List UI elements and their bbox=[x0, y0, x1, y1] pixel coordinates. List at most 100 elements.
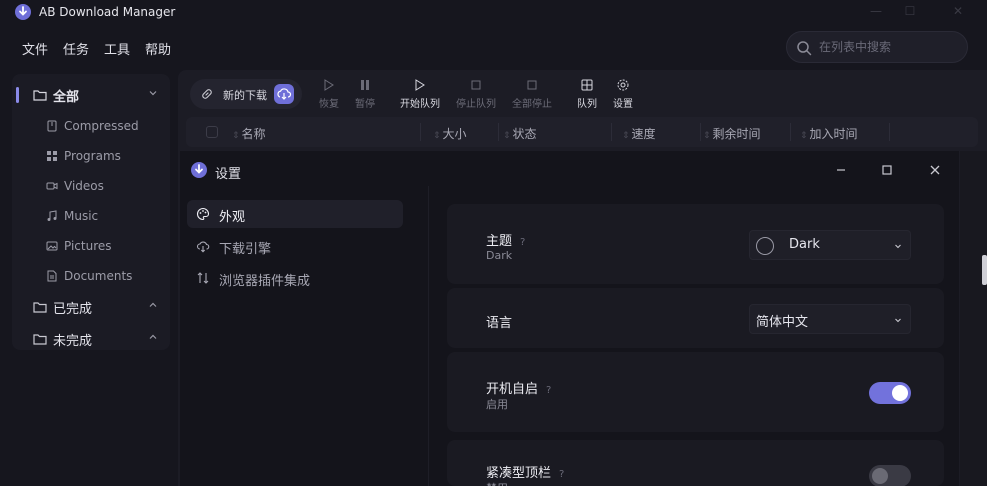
minimize-icon[interactable] bbox=[834, 163, 848, 177]
sort-icon: ⇕ bbox=[433, 131, 441, 141]
maximize-icon[interactable] bbox=[880, 163, 894, 177]
menu-help[interactable]: 帮助 bbox=[145, 39, 171, 58]
play-icon bbox=[324, 79, 334, 91]
sort-icon: ⇕ bbox=[622, 131, 630, 141]
column-header-speed[interactable]: ⇕ 速度 bbox=[622, 125, 656, 142]
column-header-remaining[interactable]: ⇕ 剩余时间 bbox=[703, 125, 761, 142]
search-box[interactable] bbox=[786, 31, 968, 63]
sidebar-item-videos[interactable]: Videos bbox=[46, 177, 104, 195]
menu-file[interactable]: 文件 bbox=[22, 39, 48, 58]
language-select[interactable]: 简体中文 bbox=[749, 304, 911, 334]
video-icon bbox=[46, 182, 58, 190]
sidebar-item-compressed[interactable]: Compressed bbox=[46, 117, 139, 135]
sort-icon: ⇕ bbox=[703, 131, 711, 141]
folder-icon bbox=[33, 90, 47, 101]
minimize-icon[interactable]: — bbox=[866, 4, 886, 20]
menu-tools[interactable]: 工具 bbox=[104, 39, 130, 58]
add-download-button[interactable] bbox=[274, 84, 294, 104]
pause-label: 暂停 bbox=[355, 99, 375, 110]
settings-nav-label: 下载引擎 bbox=[219, 242, 272, 257]
theme-select-value: Dark bbox=[789, 237, 820, 252]
chevron-up-icon[interactable] bbox=[148, 332, 158, 342]
document-icon bbox=[47, 270, 57, 282]
stop-all-button[interactable]: 全部停止 bbox=[506, 78, 558, 112]
stop-icon bbox=[471, 80, 481, 90]
chevron-up-icon[interactable] bbox=[148, 300, 158, 310]
app-logo-icon bbox=[191, 162, 207, 178]
settings-nav-browser-integration[interactable]: 浏览器插件集成 bbox=[187, 264, 403, 292]
column-divider[interactable] bbox=[420, 123, 421, 141]
help-icon[interactable]: ? bbox=[546, 385, 551, 396]
archive-icon bbox=[47, 120, 57, 132]
search-input[interactable] bbox=[819, 38, 959, 56]
sidebar-item-label: Programs bbox=[64, 149, 121, 163]
sidebar-item-pictures[interactable]: Pictures bbox=[46, 237, 112, 255]
column-header-size[interactable]: ⇕ 大小 bbox=[433, 125, 467, 142]
menu-tasks[interactable]: 任务 bbox=[63, 39, 89, 58]
start-queue-button[interactable]: 开始队列 bbox=[394, 78, 446, 112]
sidebar-item-label: Music bbox=[64, 209, 99, 223]
settings-nav-appearance[interactable]: 外观 bbox=[187, 200, 403, 228]
column-header-added[interactable]: ⇕ 加入时间 bbox=[800, 125, 858, 142]
help-icon[interactable]: ? bbox=[559, 469, 564, 480]
language-select-value: 简体中文 bbox=[756, 315, 809, 330]
sidebar-item-label: Pictures bbox=[64, 239, 112, 253]
column-header-name[interactable]: ⇕ 名称 bbox=[232, 125, 266, 142]
search-icon bbox=[797, 41, 812, 56]
folder-icon bbox=[33, 334, 47, 345]
sidebar-category-all[interactable]: 全部 bbox=[33, 85, 157, 105]
theme-select[interactable]: Dark bbox=[749, 230, 911, 260]
chevron-down-icon bbox=[895, 244, 901, 249]
sort-icon: ⇕ bbox=[800, 131, 808, 141]
sidebar-item-programs[interactable]: Programs bbox=[46, 147, 121, 165]
setting-theme-title: 主题? bbox=[486, 234, 526, 249]
setting-autostart-title: 开机自启? bbox=[486, 382, 552, 397]
maximize-icon[interactable]: ☐ bbox=[900, 4, 920, 20]
column-divider[interactable] bbox=[498, 123, 499, 141]
autostart-toggle[interactable] bbox=[869, 382, 911, 404]
help-icon[interactable]: ? bbox=[520, 237, 525, 248]
dialog-divider bbox=[428, 186, 429, 486]
gear-icon bbox=[617, 79, 629, 91]
stop-queue-button[interactable]: 停止队列 bbox=[450, 78, 502, 112]
sidebar-category-unfinished[interactable]: 未完成 bbox=[33, 329, 157, 349]
column-header-status[interactable]: ⇕ 状态 bbox=[503, 125, 537, 142]
sidebar-category-finished[interactable]: 已完成 bbox=[33, 297, 157, 317]
stop-all-label: 全部停止 bbox=[512, 99, 552, 110]
title-bar: AB Download Manager — ☐ ✕ bbox=[0, 0, 987, 26]
close-icon[interactable] bbox=[928, 163, 942, 177]
column-divider[interactable] bbox=[611, 123, 612, 141]
setting-autostart-value: 启用 bbox=[486, 398, 508, 411]
cloud-download-icon bbox=[196, 241, 210, 253]
sidebar-category-all-label: 全部 bbox=[53, 89, 80, 105]
image-icon bbox=[46, 241, 58, 251]
scrollbar-thumb[interactable] bbox=[982, 255, 987, 285]
settings-button[interactable]: 设置 bbox=[597, 78, 649, 112]
sidebar-item-label: Documents bbox=[64, 269, 133, 283]
pause-button[interactable]: 暂停 bbox=[339, 78, 391, 112]
settings-label: 设置 bbox=[613, 99, 633, 110]
sidebar-item-music[interactable]: Music bbox=[46, 207, 98, 225]
select-all-checkbox[interactable] bbox=[206, 126, 218, 138]
new-download-label: 新的下载 bbox=[223, 89, 267, 102]
menu-bar: 文件 任务 工具 帮助 bbox=[22, 39, 171, 58]
sidebar-active-indicator bbox=[16, 87, 19, 103]
setting-theme-value: Dark bbox=[486, 249, 513, 262]
column-divider[interactable] bbox=[790, 123, 791, 141]
compact-toggle[interactable] bbox=[869, 465, 911, 486]
setting-compact-title: 紧凑型顶栏? bbox=[486, 466, 565, 481]
grid-icon bbox=[47, 151, 57, 161]
theme-swatch-icon bbox=[756, 237, 774, 255]
stop-icon bbox=[527, 80, 537, 90]
app-logo-icon bbox=[15, 4, 31, 20]
column-divider[interactable] bbox=[700, 123, 701, 141]
column-divider[interactable] bbox=[889, 123, 890, 141]
sidebar-item-documents[interactable]: Documents bbox=[46, 267, 132, 285]
close-icon[interactable]: ✕ bbox=[948, 4, 968, 20]
new-download-button[interactable]: 新的下载 bbox=[190, 79, 302, 109]
chevron-down-icon[interactable] bbox=[148, 88, 158, 98]
sort-arrows-icon bbox=[197, 272, 209, 284]
sidebar-item-label: Compressed bbox=[64, 119, 139, 133]
sidebar-item-label: Videos bbox=[64, 179, 104, 193]
settings-nav-download-engine[interactable]: 下载引擎 bbox=[187, 232, 403, 260]
